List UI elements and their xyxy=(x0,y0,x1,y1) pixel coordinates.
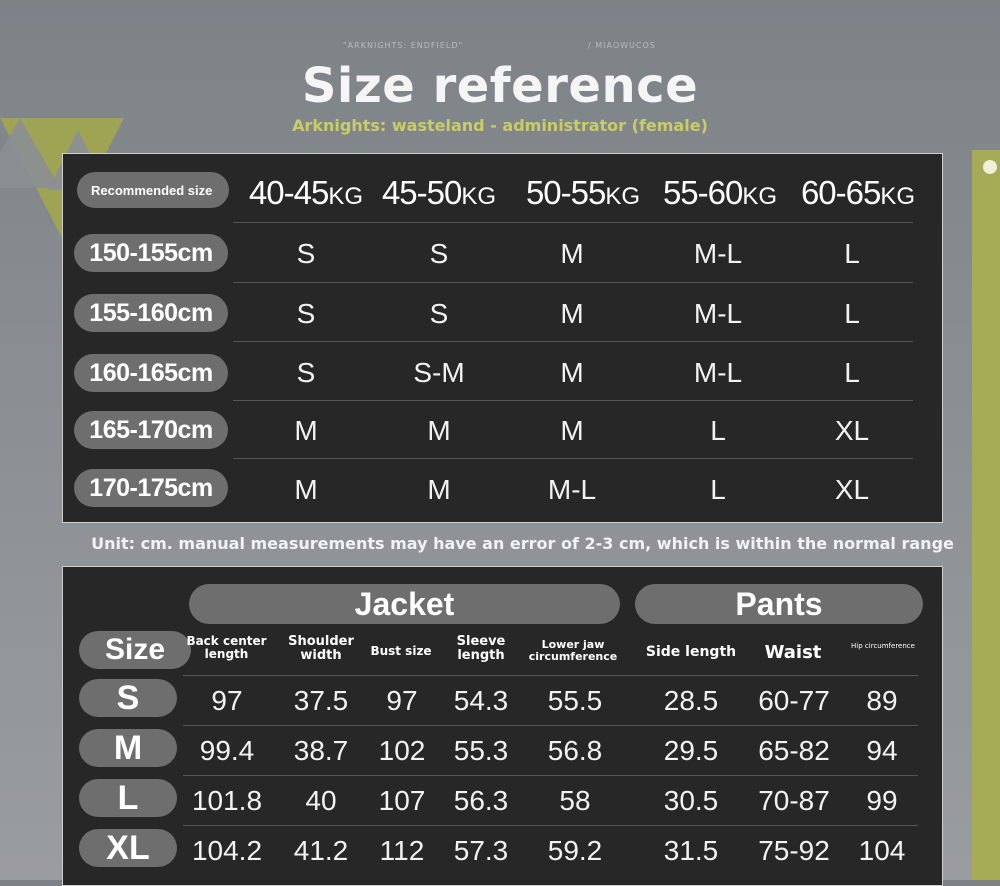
size-cell: M xyxy=(294,474,318,505)
measure-cell: 94 xyxy=(866,735,898,766)
measure-cell: 29.5 xyxy=(663,735,719,766)
maker-caption: / MIAOWUCOS xyxy=(588,41,656,50)
measure-cell: 56.3 xyxy=(453,785,509,816)
size-cell: L xyxy=(844,238,860,269)
measure-cell: 58 xyxy=(559,785,591,816)
measure-cell: 89 xyxy=(866,685,898,716)
height-label: 165-170cm xyxy=(74,411,228,449)
height-label: 160-165cm xyxy=(74,354,228,392)
size-cell: L xyxy=(844,298,860,329)
measure-cell: 60-77 xyxy=(758,685,830,716)
pants-group-header: Pants xyxy=(635,584,923,624)
weight-header: 55-60KG xyxy=(662,174,778,211)
column-header: Sleeve length xyxy=(456,634,506,664)
column-header: Hip circumference xyxy=(851,642,915,650)
column-header: Lower jaw circumference xyxy=(528,638,618,664)
size-cell: M xyxy=(427,415,451,446)
row-divider xyxy=(233,282,913,283)
size-cell: M xyxy=(560,357,584,388)
size-cell: M xyxy=(560,298,584,329)
measure-cell: 30.5 xyxy=(663,785,719,816)
size-cell: M-L xyxy=(693,238,743,269)
column-header: Side length xyxy=(645,644,737,660)
measure-cell: 31.5 xyxy=(663,835,719,866)
size-cell: M-L xyxy=(693,357,743,388)
jacket-group-header: Jacket xyxy=(189,584,620,624)
size-label: XL xyxy=(79,829,177,867)
size-cell: L xyxy=(710,415,726,446)
measure-cell: 99 xyxy=(866,785,898,816)
size-cell: XL xyxy=(834,415,870,446)
measure-cell: 101.8 xyxy=(191,785,263,816)
measure-cell: 65-82 xyxy=(758,735,830,766)
size-cell: L xyxy=(844,357,860,388)
weight-header: 40-45KG xyxy=(248,174,364,211)
measure-cell: 97 xyxy=(211,685,243,716)
measure-cell: 104.2 xyxy=(191,835,263,866)
row-divider xyxy=(233,458,913,459)
measure-cell: 56.8 xyxy=(547,735,603,766)
weight-header: 60-65KG xyxy=(800,174,916,211)
size-cell: S xyxy=(296,298,316,329)
size-cell: M-L xyxy=(693,298,743,329)
size-cell: M-L xyxy=(547,474,597,505)
size-label: L xyxy=(79,779,177,817)
page-title: Size reference xyxy=(301,58,699,114)
row-divider xyxy=(183,825,918,826)
size-cell: S xyxy=(429,298,449,329)
measurement-table: Jacket Pants Size Back center length Sho… xyxy=(62,566,943,886)
size-cell: M xyxy=(560,238,584,269)
recommended-size-table: Recommended size 40-45KG 45-50KG 50-55KG… xyxy=(62,153,943,523)
size-cell: L xyxy=(710,474,726,505)
measurement-note: Unit: cm. manual measurements may have a… xyxy=(91,534,954,553)
size-cell: M xyxy=(427,474,451,505)
size-cell: M xyxy=(294,415,318,446)
height-label: 155-160cm xyxy=(74,294,228,332)
size-column-header: Size xyxy=(79,631,191,669)
measure-cell: 55.3 xyxy=(453,735,509,766)
row-divider xyxy=(183,675,918,676)
size-label: M xyxy=(79,729,177,767)
brand-caption: "ARKNIGHTS: ENDFIELD" xyxy=(343,41,464,50)
column-header: Shoulder width xyxy=(288,634,354,664)
measure-cell: 54.3 xyxy=(453,685,509,716)
size-cell: S-M xyxy=(413,357,465,388)
measure-cell: 28.5 xyxy=(663,685,719,716)
size-cell: M xyxy=(560,415,584,446)
measure-cell: 104 xyxy=(858,835,906,866)
weight-header: 50-55KG xyxy=(525,174,641,211)
column-header: Waist xyxy=(764,642,822,663)
size-cell: S xyxy=(296,357,316,388)
corner-label: Recommended size xyxy=(77,172,229,208)
row-divider xyxy=(183,775,918,776)
column-header: Back center length xyxy=(186,634,267,662)
page-subtitle: Arknights: wasteland - administrator (fe… xyxy=(292,116,708,135)
measure-cell: 55.5 xyxy=(547,685,603,716)
height-label: 150-155cm xyxy=(74,234,228,272)
row-divider xyxy=(183,725,918,726)
row-divider xyxy=(233,400,913,401)
size-cell: S xyxy=(296,238,316,269)
size-label: S xyxy=(79,679,177,717)
measure-cell: 70-87 xyxy=(758,785,830,816)
height-label: 170-175cm xyxy=(74,469,228,507)
size-cell: XL xyxy=(834,474,870,505)
row-divider xyxy=(233,222,913,223)
measure-cell: 75-92 xyxy=(758,835,830,866)
measure-cell: 59.2 xyxy=(547,835,603,866)
column-header: Bust size xyxy=(370,644,432,658)
decorative-dot xyxy=(983,160,997,174)
decorative-side-bar xyxy=(972,150,1000,880)
size-cell: S xyxy=(429,238,449,269)
row-divider xyxy=(233,341,913,342)
measure-cell: 99.4 xyxy=(199,735,255,766)
weight-header: 45-50KG xyxy=(381,174,497,211)
measure-cell: 57.3 xyxy=(453,835,509,866)
